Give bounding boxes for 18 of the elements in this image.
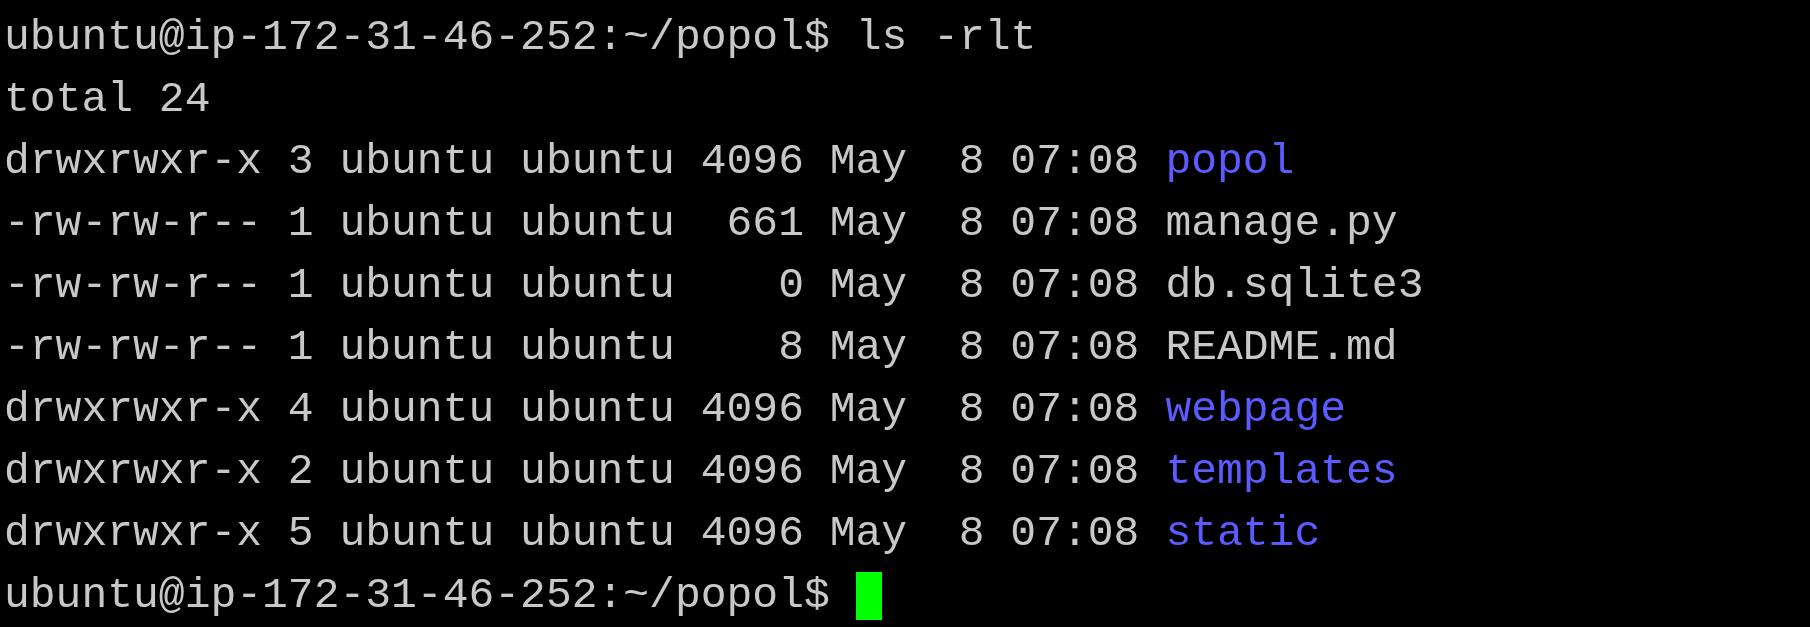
file-details: drwxrwxr-x 4 ubuntu ubuntu 4096 May 8 07:08	[4, 384, 1140, 436]
file-name: README.md	[1165, 322, 1398, 374]
file-details: drwxrwxr-x 2 ubuntu ubuntu 4096 May 8 07:08	[4, 446, 1140, 498]
file-name: manage.py	[1165, 198, 1398, 250]
directory-name: webpage	[1165, 384, 1347, 436]
shell-prompt: ubuntu@ip-172-31-46-252:~/popol$	[4, 12, 830, 64]
file-name: db.sqlite3	[1165, 260, 1424, 312]
output-text: total 24	[4, 74, 211, 126]
directory-name: popol	[1165, 136, 1295, 188]
file-details: -rw-rw-r-- 1 ubuntu ubuntu 0 May 8 07:08	[4, 260, 1140, 312]
file-details: -rw-rw-r-- 1 ubuntu ubuntu 661 May 8 07:08	[4, 198, 1140, 250]
directory-name: templates	[1165, 446, 1398, 498]
shell-prompt: ubuntu@ip-172-31-46-252:~/popol$	[4, 570, 830, 622]
file-details: drwxrwxr-x 5 ubuntu ubuntu 4096 May 8 07:08	[4, 508, 1140, 560]
file-details: drwxrwxr-x 3 ubuntu ubuntu 4096 May 8 07:08	[4, 136, 1140, 188]
command-text: ls -rlt	[855, 12, 1037, 64]
file-details: -rw-rw-r-- 1 ubuntu ubuntu 8 May 8 07:08	[4, 322, 1140, 374]
directory-name: static	[1165, 508, 1321, 560]
